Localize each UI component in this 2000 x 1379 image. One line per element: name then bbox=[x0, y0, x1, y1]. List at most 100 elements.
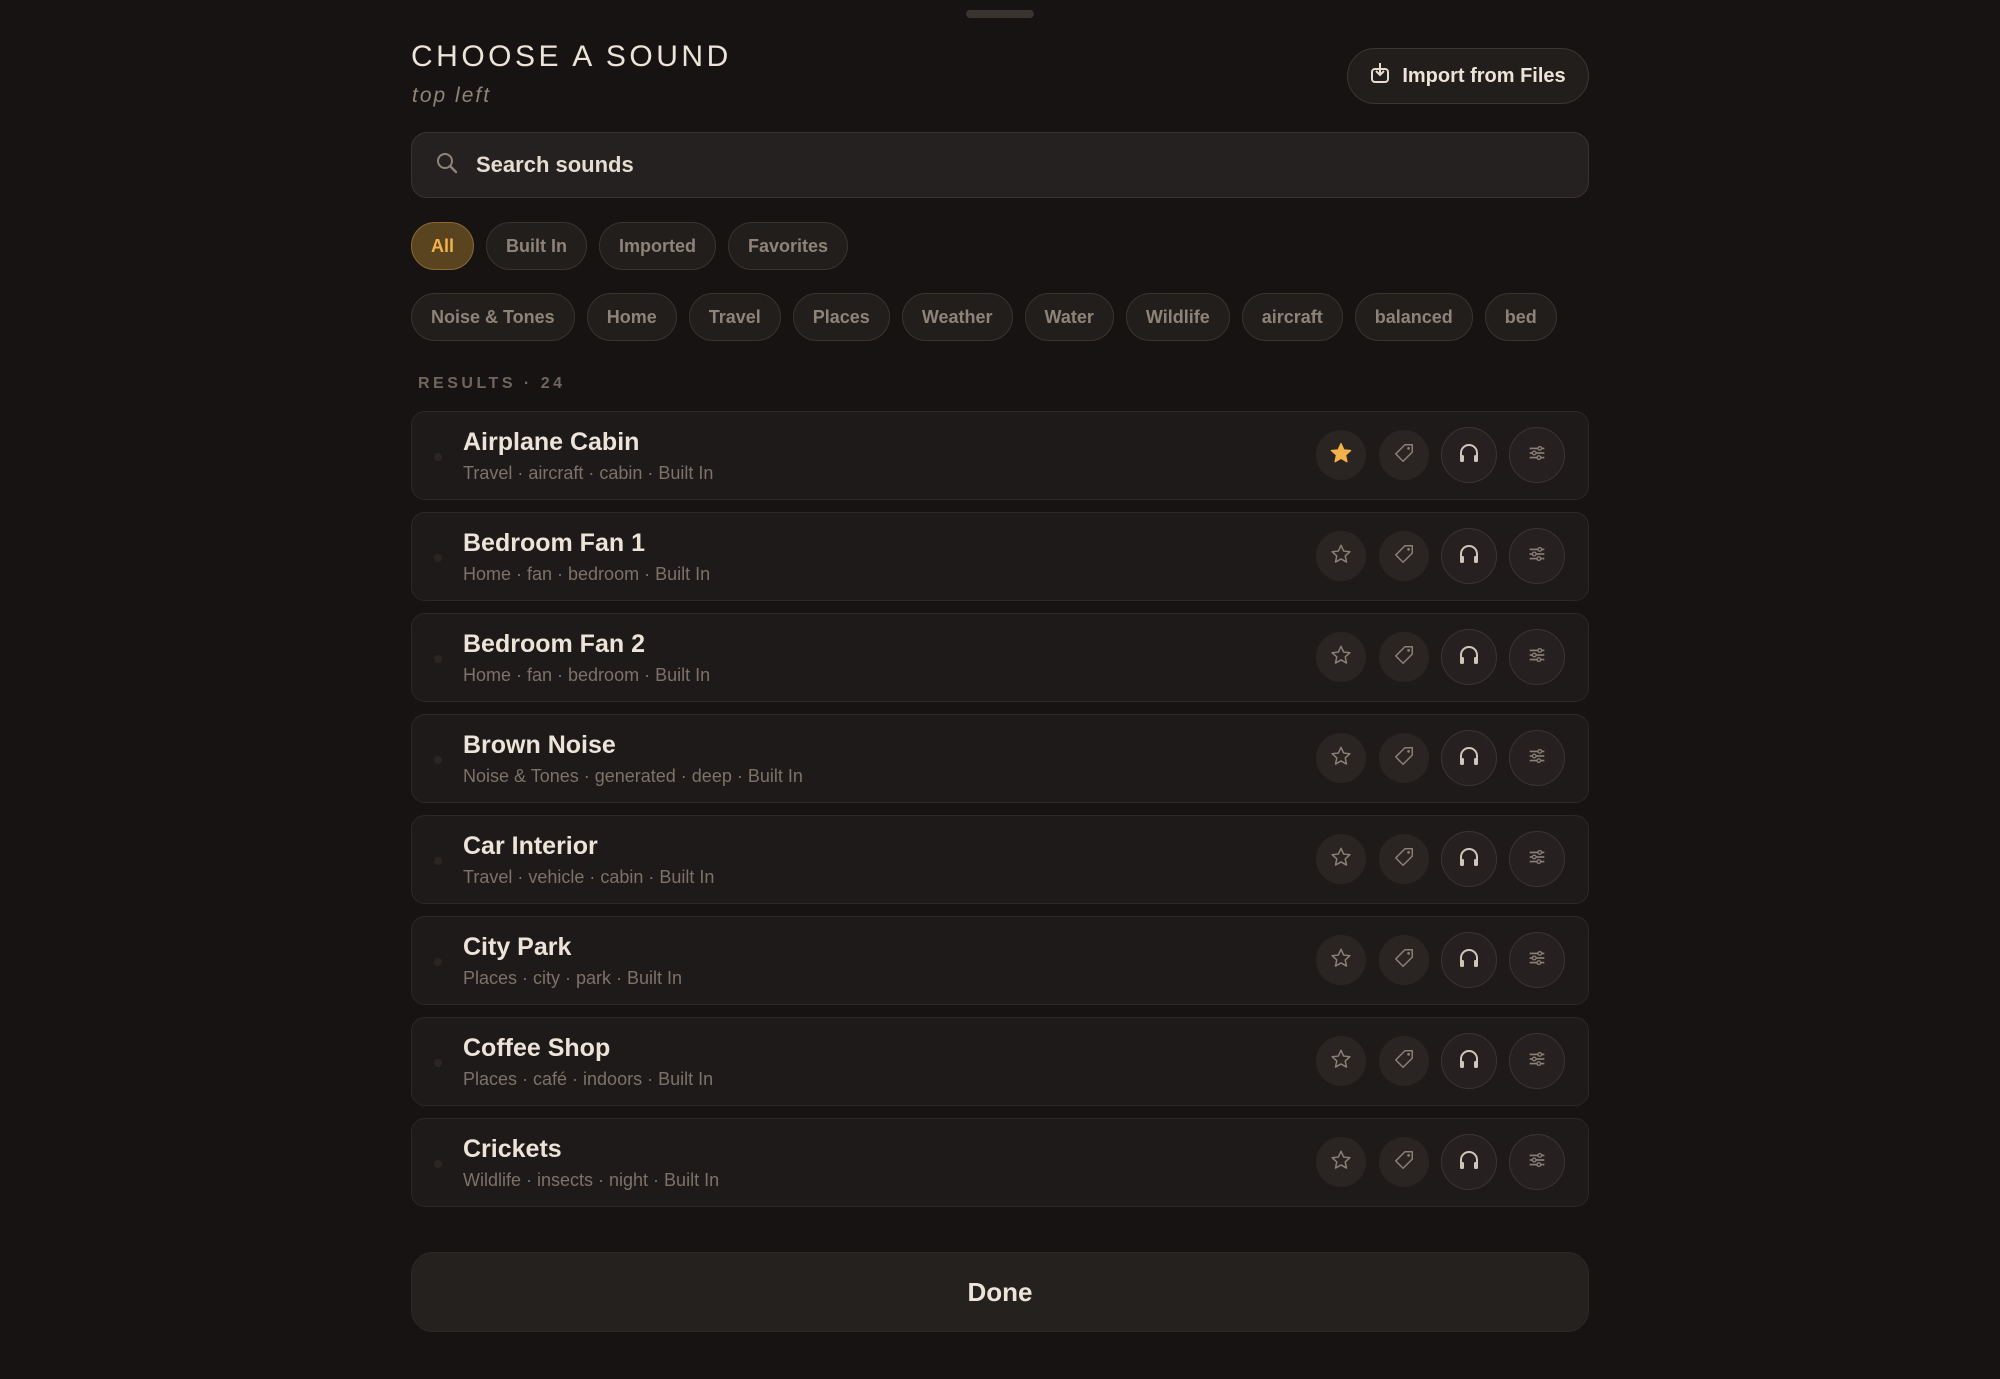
favorite-button[interactable] bbox=[1316, 1137, 1366, 1187]
tag-icon bbox=[1393, 644, 1415, 671]
headphones-icon bbox=[1457, 643, 1481, 672]
sound-name: Car Interior bbox=[463, 832, 598, 860]
sound-row-bedroom-fan-1[interactable]: Bedroom Fan 1 Home · fan · bedroom · Buil… bbox=[411, 512, 1589, 601]
adjust-button[interactable] bbox=[1509, 730, 1565, 786]
sound-row-city-park[interactable]: City Park Places · city · park · Built In bbox=[411, 916, 1589, 1005]
tag-button[interactable] bbox=[1379, 733, 1429, 783]
favorite-button[interactable] bbox=[1316, 531, 1366, 581]
adjust-button[interactable] bbox=[1509, 1033, 1565, 1089]
sound-row-car-interior[interactable]: Car Interior Travel · vehicle · cabin · B… bbox=[411, 815, 1589, 904]
category-chip-weather[interactable]: Weather bbox=[901, 293, 1013, 341]
filter-tab-built-in[interactable]: Built In bbox=[486, 222, 588, 270]
adjust-button[interactable] bbox=[1509, 629, 1565, 685]
sound-row-bedroom-fan-2[interactable]: Bedroom Fan 2 Home · fan · bedroom · Buil… bbox=[411, 613, 1589, 702]
selection-indicator bbox=[434, 554, 442, 562]
headphones-icon bbox=[1457, 845, 1481, 874]
tag-button[interactable] bbox=[1379, 935, 1429, 985]
preview-button[interactable] bbox=[1441, 528, 1497, 584]
favorite-button[interactable] bbox=[1316, 1036, 1366, 1086]
headphones-icon bbox=[1457, 1047, 1481, 1076]
sound-name: Crickets bbox=[463, 1135, 562, 1163]
category-chip-wildlife[interactable]: Wildlife bbox=[1125, 293, 1230, 341]
sound-row-coffee-shop[interactable]: Coffee Shop Places · café · indoors · Bui… bbox=[411, 1017, 1589, 1106]
preview-button[interactable] bbox=[1441, 427, 1497, 483]
star-icon bbox=[1330, 947, 1352, 974]
adjust-button[interactable] bbox=[1509, 427, 1565, 483]
category-chip-places[interactable]: Places bbox=[792, 293, 890, 341]
sound-picker-panel: CHOOSE A SOUND top left Import from File… bbox=[411, 0, 1589, 1379]
tag-button[interactable] bbox=[1379, 1036, 1429, 1086]
category-chip-water[interactable]: Water bbox=[1024, 293, 1114, 341]
sliders-icon bbox=[1526, 1048, 1548, 1075]
preview-button[interactable] bbox=[1441, 629, 1497, 685]
sound-row-brown-noise[interactable]: Brown Noise Noise & Tones · generated · d… bbox=[411, 714, 1589, 803]
category-chip-balanced[interactable]: balanced bbox=[1354, 293, 1473, 341]
category-chip-aircraft[interactable]: aircraft bbox=[1241, 293, 1343, 341]
tag-button[interactable] bbox=[1379, 632, 1429, 682]
row-actions bbox=[1316, 715, 1588, 804]
search-icon bbox=[436, 152, 458, 179]
filter-tab-imported[interactable]: Imported bbox=[599, 222, 717, 270]
sound-tags: Travel · vehicle · cabin · Built In bbox=[463, 867, 715, 887]
tag-icon bbox=[1393, 1149, 1415, 1176]
sound-name: Bedroom Fan 1 bbox=[463, 529, 645, 557]
headphones-icon bbox=[1457, 542, 1481, 571]
row-actions bbox=[1316, 513, 1588, 602]
sound-tags: Wildlife · insects · night · Built In bbox=[463, 1170, 720, 1190]
import-from-files-button[interactable]: Import from Files bbox=[1347, 48, 1589, 104]
category-chip-bed[interactable]: bed bbox=[1484, 293, 1557, 341]
star-icon bbox=[1330, 644, 1352, 671]
tag-button[interactable] bbox=[1379, 531, 1429, 581]
sound-name: Airplane Cabin bbox=[463, 428, 640, 456]
sound-tags: Places · city · park · Built In bbox=[463, 968, 683, 988]
adjust-button[interactable] bbox=[1509, 528, 1565, 584]
preview-button[interactable] bbox=[1441, 932, 1497, 988]
adjust-button[interactable] bbox=[1509, 1134, 1565, 1190]
favorite-button[interactable] bbox=[1316, 430, 1366, 480]
sound-row-crickets[interactable]: Crickets Wildlife · insects · night · Bui… bbox=[411, 1118, 1589, 1207]
tag-icon bbox=[1393, 947, 1415, 974]
tag-button[interactable] bbox=[1379, 834, 1429, 884]
adjust-button[interactable] bbox=[1509, 831, 1565, 887]
selection-indicator bbox=[434, 756, 442, 764]
preview-button[interactable] bbox=[1441, 1033, 1497, 1089]
adjust-button[interactable] bbox=[1509, 932, 1565, 988]
favorite-button[interactable] bbox=[1316, 632, 1366, 682]
star-icon bbox=[1330, 745, 1352, 772]
sound-name: Bedroom Fan 2 bbox=[463, 630, 645, 658]
sound-name: Coffee Shop bbox=[463, 1034, 611, 1062]
filter-tab-all[interactable]: All bbox=[411, 222, 475, 270]
sound-name: Brown Noise bbox=[463, 731, 616, 759]
done-button[interactable]: Done bbox=[411, 1252, 1589, 1332]
category-chip-travel[interactable]: Travel bbox=[688, 293, 781, 341]
sound-tags: Places · café · indoors · Built In bbox=[463, 1069, 714, 1089]
preview-button[interactable] bbox=[1441, 1134, 1497, 1190]
category-chip-home[interactable]: Home bbox=[586, 293, 677, 341]
row-actions bbox=[1316, 917, 1588, 1006]
import-icon bbox=[1370, 62, 1390, 90]
favorite-button[interactable] bbox=[1316, 834, 1366, 884]
tag-icon bbox=[1393, 442, 1415, 469]
row-actions bbox=[1316, 816, 1588, 905]
sound-list[interactable]: Airplane Cabin Travel · aircraft · cabin … bbox=[411, 411, 1589, 1229]
results-count: RESULTS · 24 bbox=[418, 375, 566, 392]
star-filled-icon bbox=[1329, 441, 1353, 470]
sound-row-airplane-cabin[interactable]: Airplane Cabin Travel · aircraft · cabin … bbox=[411, 411, 1589, 500]
sliders-icon bbox=[1526, 846, 1548, 873]
filter-tab-favorites[interactable]: Favorites bbox=[728, 222, 849, 270]
selection-indicator bbox=[434, 655, 442, 663]
preview-button[interactable] bbox=[1441, 730, 1497, 786]
tag-button[interactable] bbox=[1379, 430, 1429, 480]
search-input[interactable] bbox=[474, 151, 1558, 179]
favorite-button[interactable] bbox=[1316, 935, 1366, 985]
preview-button[interactable] bbox=[1441, 831, 1497, 887]
headphones-icon bbox=[1457, 1148, 1481, 1177]
category-chip-noise-tones[interactable]: Noise & Tones bbox=[411, 293, 575, 341]
row-actions bbox=[1316, 1119, 1588, 1208]
sliders-icon bbox=[1526, 947, 1548, 974]
headphones-icon bbox=[1457, 744, 1481, 773]
favorite-button[interactable] bbox=[1316, 733, 1366, 783]
star-icon bbox=[1330, 543, 1352, 570]
sliders-icon bbox=[1526, 745, 1548, 772]
tag-button[interactable] bbox=[1379, 1137, 1429, 1187]
